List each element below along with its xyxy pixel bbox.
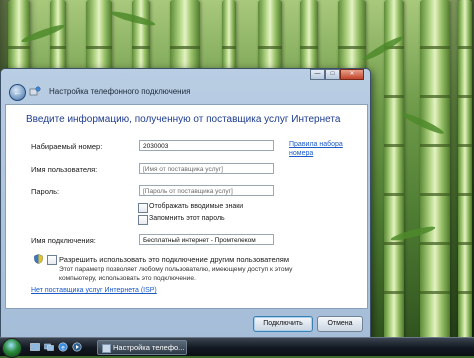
- taskbar-item-dialup[interactable]: Настройка телефо...: [97, 340, 187, 355]
- allow-other-users-note: Этот параметр позволяет любому пользоват…: [59, 266, 293, 282]
- minimize-button[interactable]: —: [310, 69, 325, 80]
- allow-other-users-label: Разрешить использовать это подключение д…: [59, 255, 290, 264]
- show-characters-label: Отображать вводимые знаки: [149, 203, 244, 210]
- bamboo-stalk: [458, 0, 472, 355]
- remember-password-checkbox[interactable]: [138, 215, 148, 225]
- browser-icon[interactable]: e: [58, 342, 68, 352]
- window-title: Настройка телефонного подключения: [49, 87, 191, 96]
- title-bar[interactable]: — □ ✕: [1, 69, 370, 80]
- window-controls: — □ ✕: [310, 69, 364, 80]
- taskbar: e Настройка телефо...: [0, 337, 474, 358]
- close-button[interactable]: ✕: [340, 69, 364, 80]
- bamboo-stalk: [420, 0, 450, 355]
- phone-number-input[interactable]: 2030003: [139, 140, 274, 151]
- button-row: Подключить Отмена: [5, 308, 366, 336]
- connection-name-label: Имя подключения:: [31, 236, 96, 245]
- phone-number-label: Набираемый номер:: [31, 142, 103, 151]
- maximize-button[interactable]: □: [325, 69, 340, 80]
- wizard-header: ← Настройка телефонного подключения: [5, 81, 366, 103]
- media-player-icon[interactable]: [72, 342, 82, 352]
- dialup-connection-icon: [29, 86, 41, 96]
- wizard-content: Введите информацию, полученную от постав…: [5, 104, 368, 309]
- instruction-heading: Введите информацию, полученную от постав…: [26, 114, 341, 125]
- connection-name-input[interactable]: Бесплатный интернет - Промтелеком: [139, 234, 274, 245]
- dialup-setup-window: — □ ✕ ← Настройка телефонного подключени…: [0, 68, 371, 340]
- cancel-button[interactable]: Отмена: [317, 316, 363, 332]
- allow-other-users-checkbox[interactable]: [47, 255, 57, 265]
- remember-password-label: Запомнить этот пароль: [149, 215, 225, 222]
- show-desktop-icon[interactable]: [30, 342, 40, 352]
- taskbar-item-label: Настройка телефо...: [113, 343, 185, 352]
- back-arrow-icon[interactable]: ←: [9, 84, 26, 101]
- username-input[interactable]: [Имя от поставщика услуг]: [139, 163, 274, 174]
- switch-windows-icon[interactable]: [44, 342, 54, 352]
- dialing-rules-link[interactable]: Правила набора номера: [289, 140, 359, 158]
- show-characters-checkbox[interactable]: [138, 203, 148, 213]
- password-input[interactable]: [Пароль от поставщика услуг]: [139, 185, 274, 196]
- password-label: Пароль:: [31, 187, 60, 196]
- no-isp-link[interactable]: Нет поставщика услуг Интернета (ISP): [31, 287, 157, 294]
- connect-button[interactable]: Подключить: [253, 316, 313, 332]
- username-label: Имя пользователя:: [31, 165, 98, 174]
- bamboo-stalk: [384, 0, 404, 355]
- uac-shield-icon: [34, 254, 43, 264]
- window-icon: [102, 344, 111, 353]
- start-button[interactable]: [2, 338, 22, 358]
